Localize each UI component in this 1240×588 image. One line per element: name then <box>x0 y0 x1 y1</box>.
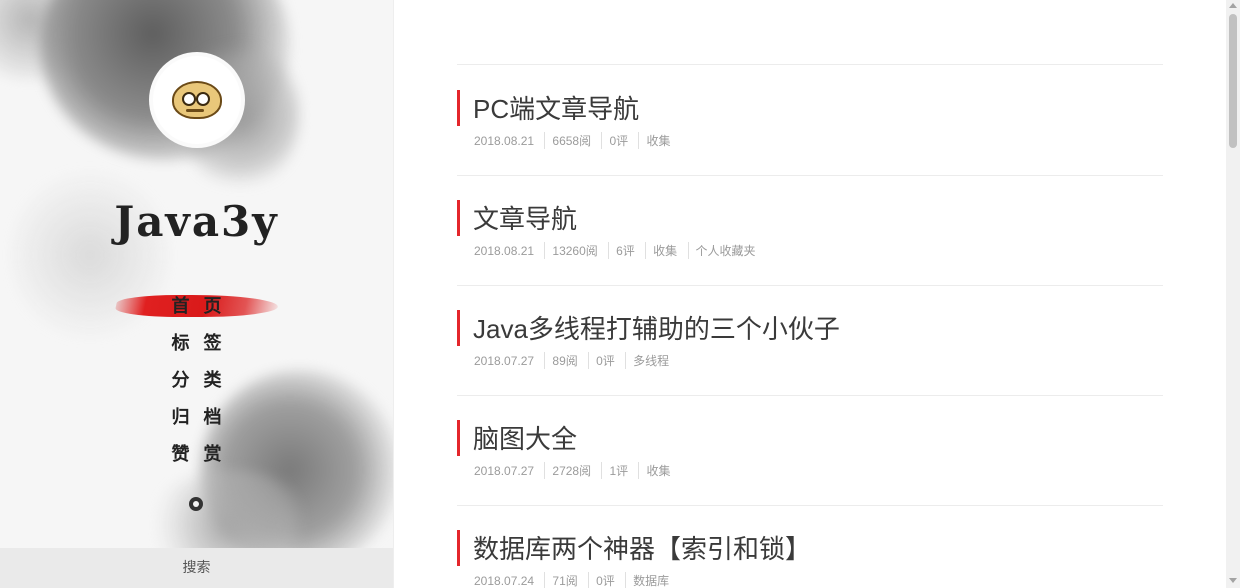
nav-item-tags[interactable]: 标签 <box>0 325 393 362</box>
scroll-thumb[interactable] <box>1229 14 1237 148</box>
post-tag[interactable]: 收集 <box>638 132 677 149</box>
post-title[interactable]: 文章导航 <box>473 199 577 236</box>
post-views: 71阅 <box>544 572 584 588</box>
post-date: 2018.07.24 <box>474 574 535 588</box>
github-icon[interactable] <box>189 497 203 511</box>
post-tag[interactable]: 数据库 <box>625 572 676 588</box>
nav-item-label: 标签 <box>171 333 236 354</box>
post-views: 6658阅 <box>544 132 598 149</box>
post-views: 2728阅 <box>544 462 598 479</box>
page: Java3y 首页 标签 分类 归档 赞赏 搜索 PC端文章导航 2018.08… <box>0 0 1240 588</box>
post-item: 脑图大全 2018.07.27 2728阅 1评 收集 <box>457 395 1163 506</box>
avatar-face-icon <box>172 81 222 119</box>
post-date: 2018.08.21 <box>474 244 535 258</box>
post-meta: 2018.08.21 13260阅 6评 收集 个人收藏夹 <box>474 242 763 259</box>
scrollbar[interactable] <box>1226 0 1240 588</box>
post-title[interactable]: PC端文章导航 <box>473 89 639 126</box>
post-title[interactable]: 脑图大全 <box>473 419 577 456</box>
post-tag[interactable]: 收集 <box>645 242 684 259</box>
post-title[interactable]: 数据库两个神器【索引和锁】 <box>473 529 811 566</box>
nav-item-label: 归档 <box>171 407 236 428</box>
post-list: PC端文章导航 2018.08.21 6658阅 0评 收集 文章导航 2018… <box>394 0 1226 588</box>
post-accent-bar <box>457 420 460 456</box>
post-tag[interactable]: 收集 <box>638 462 677 479</box>
post-comments[interactable]: 1评 <box>601 462 635 479</box>
avatar[interactable] <box>153 56 241 144</box>
search-button[interactable]: 搜索 <box>0 548 393 588</box>
scroll-up-icon[interactable] <box>1229 3 1237 8</box>
post-views: 13260阅 <box>544 242 604 259</box>
site-title[interactable]: Java3y <box>0 197 393 246</box>
post-comments[interactable]: 6评 <box>608 242 642 259</box>
post-comments[interactable]: 0评 <box>588 572 622 588</box>
post-date: 2018.07.27 <box>474 354 535 368</box>
post-meta: 2018.08.21 6658阅 0评 收集 <box>474 132 678 149</box>
post-accent-bar <box>457 90 460 126</box>
post-accent-bar <box>457 530 460 566</box>
post-meta: 2018.07.24 71阅 0评 数据库 <box>474 572 676 588</box>
nav-item-home[interactable]: 首页 <box>0 288 393 325</box>
post-accent-bar <box>457 310 460 346</box>
post-item: Java多线程打辅助的三个小伙子 2018.07.27 89阅 0评 多线程 <box>457 285 1163 396</box>
nav-item-label: 分类 <box>171 370 236 391</box>
post-views: 89阅 <box>544 352 584 369</box>
nav-item-label: 赞赏 <box>171 444 236 465</box>
post-accent-bar <box>457 200 460 236</box>
nav-item-archives[interactable]: 归档 <box>0 399 393 436</box>
post-comments[interactable]: 0评 <box>588 352 622 369</box>
post-item: 数据库两个神器【索引和锁】 2018.07.24 71阅 0评 数据库 <box>457 505 1163 588</box>
post-date: 2018.08.21 <box>474 134 535 148</box>
sidebar-nav: 首页 标签 分类 归档 赞赏 <box>0 288 393 473</box>
post-item: PC端文章导航 2018.08.21 6658阅 0评 收集 <box>457 65 1163 176</box>
post-meta: 2018.07.27 89阅 0评 多线程 <box>474 352 676 369</box>
nav-item-donate[interactable]: 赞赏 <box>0 436 393 473</box>
scroll-down-icon[interactable] <box>1229 578 1237 583</box>
nav-item-categories[interactable]: 分类 <box>0 362 393 399</box>
sidebar: Java3y 首页 标签 分类 归档 赞赏 搜索 <box>0 0 394 588</box>
post-meta: 2018.07.27 2728阅 1评 收集 <box>474 462 678 479</box>
nav-item-label: 首页 <box>171 296 236 317</box>
post-comments[interactable]: 0评 <box>601 132 635 149</box>
post-date: 2018.07.27 <box>474 464 535 478</box>
post-tag[interactable]: 多线程 <box>625 352 676 369</box>
post-item: 文章导航 2018.08.21 13260阅 6评 收集 个人收藏夹 <box>457 175 1163 286</box>
post-tag[interactable]: 个人收藏夹 <box>687 242 763 259</box>
post-title[interactable]: Java多线程打辅助的三个小伙子 <box>473 309 840 346</box>
